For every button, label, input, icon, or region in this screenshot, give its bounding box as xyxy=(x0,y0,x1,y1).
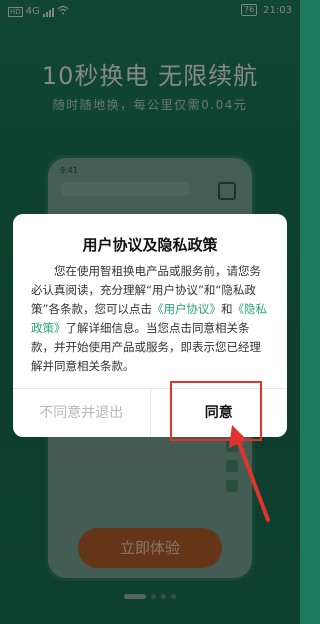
highlight-box xyxy=(170,381,262,441)
dialog-body-and: 和 xyxy=(220,302,233,316)
decline-exit-button[interactable]: 不同意并退出 xyxy=(13,389,151,437)
dialog-body-text-2: 了解详细信息。当您点击同意相关条款，并开始使用产品或服务，即表示您已经理解并同意… xyxy=(31,321,261,373)
user-agreement-link[interactable]: 《用户协议》 xyxy=(152,302,221,316)
dialog-title: 用户协议及隐私政策 xyxy=(82,236,218,254)
dialog-body: 您在使用智租换电产品或服务前，请您务必认真阅读，充分理解“用户协议”和“隐私政策… xyxy=(31,262,269,376)
